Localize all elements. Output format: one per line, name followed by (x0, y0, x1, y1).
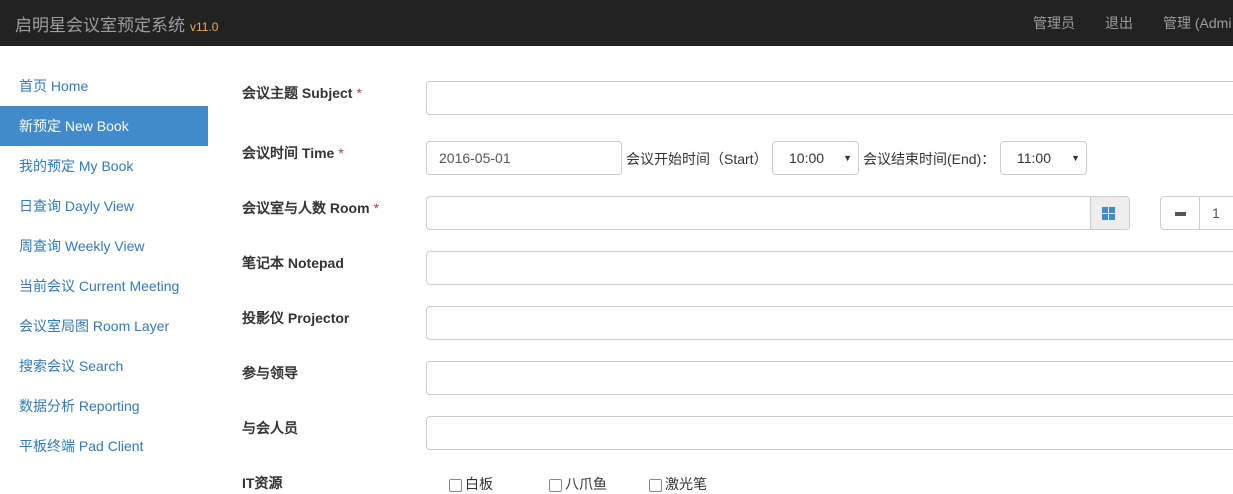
notepad-label: 笔记本 Notepad (242, 255, 344, 271)
required-mark: * (373, 200, 380, 216)
sidebar-item-new-book[interactable]: 新预定 New Book (0, 106, 208, 146)
projector-label: 投影仪 Projector (242, 310, 350, 326)
nav-link-logout[interactable]: 退出 (1105, 13, 1133, 33)
end-time-label: 会议结束时间(End)： (863, 151, 996, 167)
people-count-input[interactable]: 1 (1199, 196, 1233, 230)
brand[interactable]: 启明星会议室预定系统 v11.0 (15, 11, 218, 36)
version-badge: v11.0 (190, 20, 219, 34)
room-label: 会议室与人数 Room * (242, 200, 380, 216)
leaders-label: 参与领导 (242, 365, 298, 381)
brand-title[interactable]: 启明星会议室预定系统 (15, 16, 185, 35)
grid-icon (1102, 207, 1115, 220)
chevron-down-icon: ▼ (1071, 153, 1080, 163)
sidebar-item-home[interactable]: 首页 Home (0, 66, 208, 106)
attendees-label: 与会人员 (242, 420, 298, 436)
sidebar-item-reporting[interactable]: 数据分析 Reporting (0, 386, 208, 426)
sidebar-item-search[interactable]: 搜索会议 Search (0, 346, 208, 386)
subject-input[interactable] (426, 81, 1233, 115)
decrease-people-button[interactable] (1160, 196, 1200, 230)
time-label: 会议时间 Time * (242, 145, 344, 161)
required-mark: * (356, 85, 362, 101)
it-resources-label: IT资源 (242, 475, 283, 491)
leaders-input[interactable] (426, 361, 1233, 395)
required-mark: * (338, 145, 344, 161)
notepad-input[interactable] (426, 251, 1233, 285)
sidebar-item-weekly-view[interactable]: 周查询 Weekly View (0, 226, 208, 266)
sidebar-item-pad-client[interactable]: 平板终端 Pad Client (0, 426, 208, 466)
checkbox-icon[interactable] (549, 478, 562, 492)
checkbox-octopus[interactable]: 八爪鱼 (549, 474, 607, 494)
start-time-label: 会议开始时间（Start） (626, 151, 768, 167)
sidebar-item-room-layer[interactable]: 会议室局图 Room Layer (0, 306, 208, 346)
top-navbar: 启明星会议室预定系统 v11.0 管理员 退出 管理 (Admi (0, 0, 1233, 46)
start-time-select[interactable]: 10:00 ▼ (772, 141, 859, 175)
chevron-down-icon: ▼ (843, 153, 852, 163)
room-picker-button[interactable] (1090, 196, 1130, 230)
checkbox-icon[interactable] (649, 478, 662, 492)
sidebar-item-my-book[interactable]: 我的预定 My Book (0, 146, 208, 186)
sidebar-item-daily-view[interactable]: 日查询 Dayly View (0, 186, 208, 226)
date-input[interactable]: 2016-05-01 (426, 141, 622, 175)
projector-input[interactable] (426, 306, 1233, 340)
checkbox-icon[interactable] (449, 478, 462, 492)
minus-icon (1175, 212, 1186, 216)
subject-label: 会议主题 Subject * (242, 85, 362, 101)
end-time-select[interactable]: 11:00 ▼ (1000, 141, 1087, 175)
nav-link-admin-panel[interactable]: 管理 (Admi (1163, 13, 1231, 33)
room-input[interactable] (426, 196, 1091, 230)
checkbox-whiteboard[interactable]: 白板 (449, 474, 493, 494)
sidebar-nav: 首页 Home 新预定 New Book 我的预定 My Book 日查询 Da… (0, 66, 208, 466)
nav-link-admin-user[interactable]: 管理员 (1033, 13, 1075, 33)
sidebar-item-current-meeting[interactable]: 当前会议 Current Meeting (0, 266, 208, 306)
checkbox-laser-pointer[interactable]: 激光笔 (649, 474, 707, 494)
attendees-input[interactable] (426, 416, 1233, 450)
